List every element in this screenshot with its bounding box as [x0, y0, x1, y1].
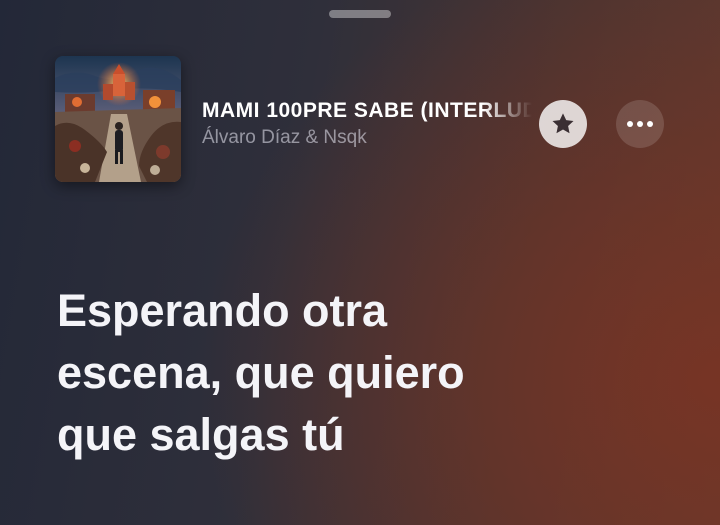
star-icon [552, 113, 574, 134]
album-artwork-image [55, 56, 181, 182]
lyric-line[interactable]: escena, que quiero [57, 342, 677, 404]
track-title: MAMI 100PRE SABE (INTERLUDE) [202, 99, 532, 122]
track-artist[interactable]: Álvaro Díaz & Nsqk [202, 126, 532, 150]
now-playing-header: MAMI 100PRE SABE (INTERLUDE) Álvaro Díaz… [55, 56, 675, 182]
more-options-button[interactable] [616, 100, 664, 148]
lyrics-panel[interactable]: Esperando otra escena, que quiero que sa… [57, 280, 677, 466]
favorite-button[interactable] [539, 100, 587, 148]
track-info[interactable]: MAMI 100PRE SABE (INTERLUDE) Álvaro Díaz… [202, 98, 532, 150]
sheet-grabber[interactable] [329, 10, 391, 18]
lyric-line[interactable]: Esperando otra [57, 280, 677, 342]
ellipsis-icon [627, 121, 653, 127]
album-artwork[interactable] [55, 56, 181, 182]
lyric-line[interactable]: que salgas tú [57, 404, 677, 466]
